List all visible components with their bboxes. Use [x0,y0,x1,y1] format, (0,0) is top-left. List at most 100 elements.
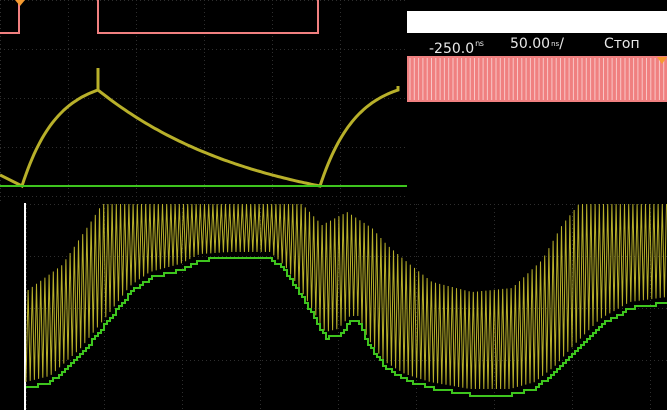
grid-dot [182,348,183,349]
grid-dot [160,49,161,50]
grid-dot [68,168,69,169]
grid-dot [264,0,265,1]
grid-dot [494,260,495,261]
grid-dot [40,0,41,1]
grid-dot [416,300,417,301]
grid-dot [202,360,203,361]
grid-dot [108,147,109,148]
grid-dot [68,80,69,81]
grid-dot [494,404,495,405]
grid-dot [260,276,261,277]
grid-dot [68,40,69,41]
grid-dot [0,188,1,189]
grid-dot [28,147,29,148]
grid-dot [84,98,85,99]
grid-dot [260,320,261,321]
grid-dot [260,268,261,269]
grid-dot [344,147,345,148]
grid-dot [662,256,663,257]
grid-dot [168,98,169,99]
grid-dot [110,204,111,205]
grid-dot [324,98,325,99]
grid-dot [68,192,69,193]
grid-dot [572,212,573,213]
grid-dot [34,308,35,309]
grid-dot [622,204,623,205]
time-offset-unit: ns [475,39,484,48]
grid-dot [348,147,349,148]
grid-dot [598,308,599,309]
grid-dot [136,60,137,61]
grid-dot [286,360,287,361]
grid-dot [306,308,307,309]
grid-dot [376,49,377,50]
grid-dot [26,284,27,285]
grid-dot [210,256,211,257]
grid-dot [166,360,167,361]
grid-dot [116,49,117,50]
grid-dot [404,196,405,197]
grid-dot [270,360,271,361]
grid-dot [82,308,83,309]
grid-dot [272,80,273,81]
grid-dot [182,340,183,341]
grid-dot [130,204,131,205]
grid-dot [152,0,153,1]
grid-dot [350,360,351,361]
grid-dot [416,256,417,257]
grid-dot [386,204,387,205]
grid-dot [28,196,29,197]
grid-dot [26,208,27,209]
grid-dot [284,49,285,50]
timebase-readout[interactable]: 50.00ns/ [510,36,564,52]
grid-dot [340,84,341,85]
time-offset-readout[interactable]: -250.0ns [429,36,484,57]
grid-dot [182,376,183,377]
grid-dot [262,360,263,361]
grid-dot [136,144,137,145]
grid-dot [494,360,495,361]
grid-dot [224,196,225,197]
grid-dot [372,196,373,197]
grid-dot [272,40,273,41]
grid-dot [378,360,379,361]
time-offset-value: -250.0 [429,41,475,57]
grid-dot [140,196,141,197]
grid-dot [260,332,261,333]
grid-dot [128,98,129,99]
grid-dot [176,0,177,1]
grid-dot [0,128,1,129]
grid-dot [356,147,357,148]
grid-dot [416,232,417,233]
grid-dot [270,308,271,309]
grid-dot [260,400,261,401]
grid-dot [236,147,237,148]
grid-dot [294,308,295,309]
grid-dot [0,136,1,137]
grid-dot [0,98,1,99]
grid-dot [268,49,269,50]
grid-dot [92,196,93,197]
grid-dot [182,332,183,333]
grid-dot [104,304,105,305]
grid-dot [614,204,615,205]
grid-dot [416,220,417,221]
run-state-label[interactable]: Стоп [604,36,640,52]
grid-dot [96,147,97,148]
grid-dot [268,196,269,197]
grid-dot [272,52,273,53]
grid-dot [68,44,69,45]
grid-dot [642,360,643,361]
grid-dot [382,256,383,257]
grid-dot [578,308,579,309]
grid-dot [458,256,459,257]
grid-dot [0,116,1,117]
grid-dot [264,147,265,148]
grid-dot [176,147,177,148]
grid-dot [338,392,339,393]
grid-dot [76,147,77,148]
grid-dot [650,356,651,357]
grid-dot [204,128,205,129]
grid-dot [132,49,133,50]
grid-dot [116,147,117,148]
